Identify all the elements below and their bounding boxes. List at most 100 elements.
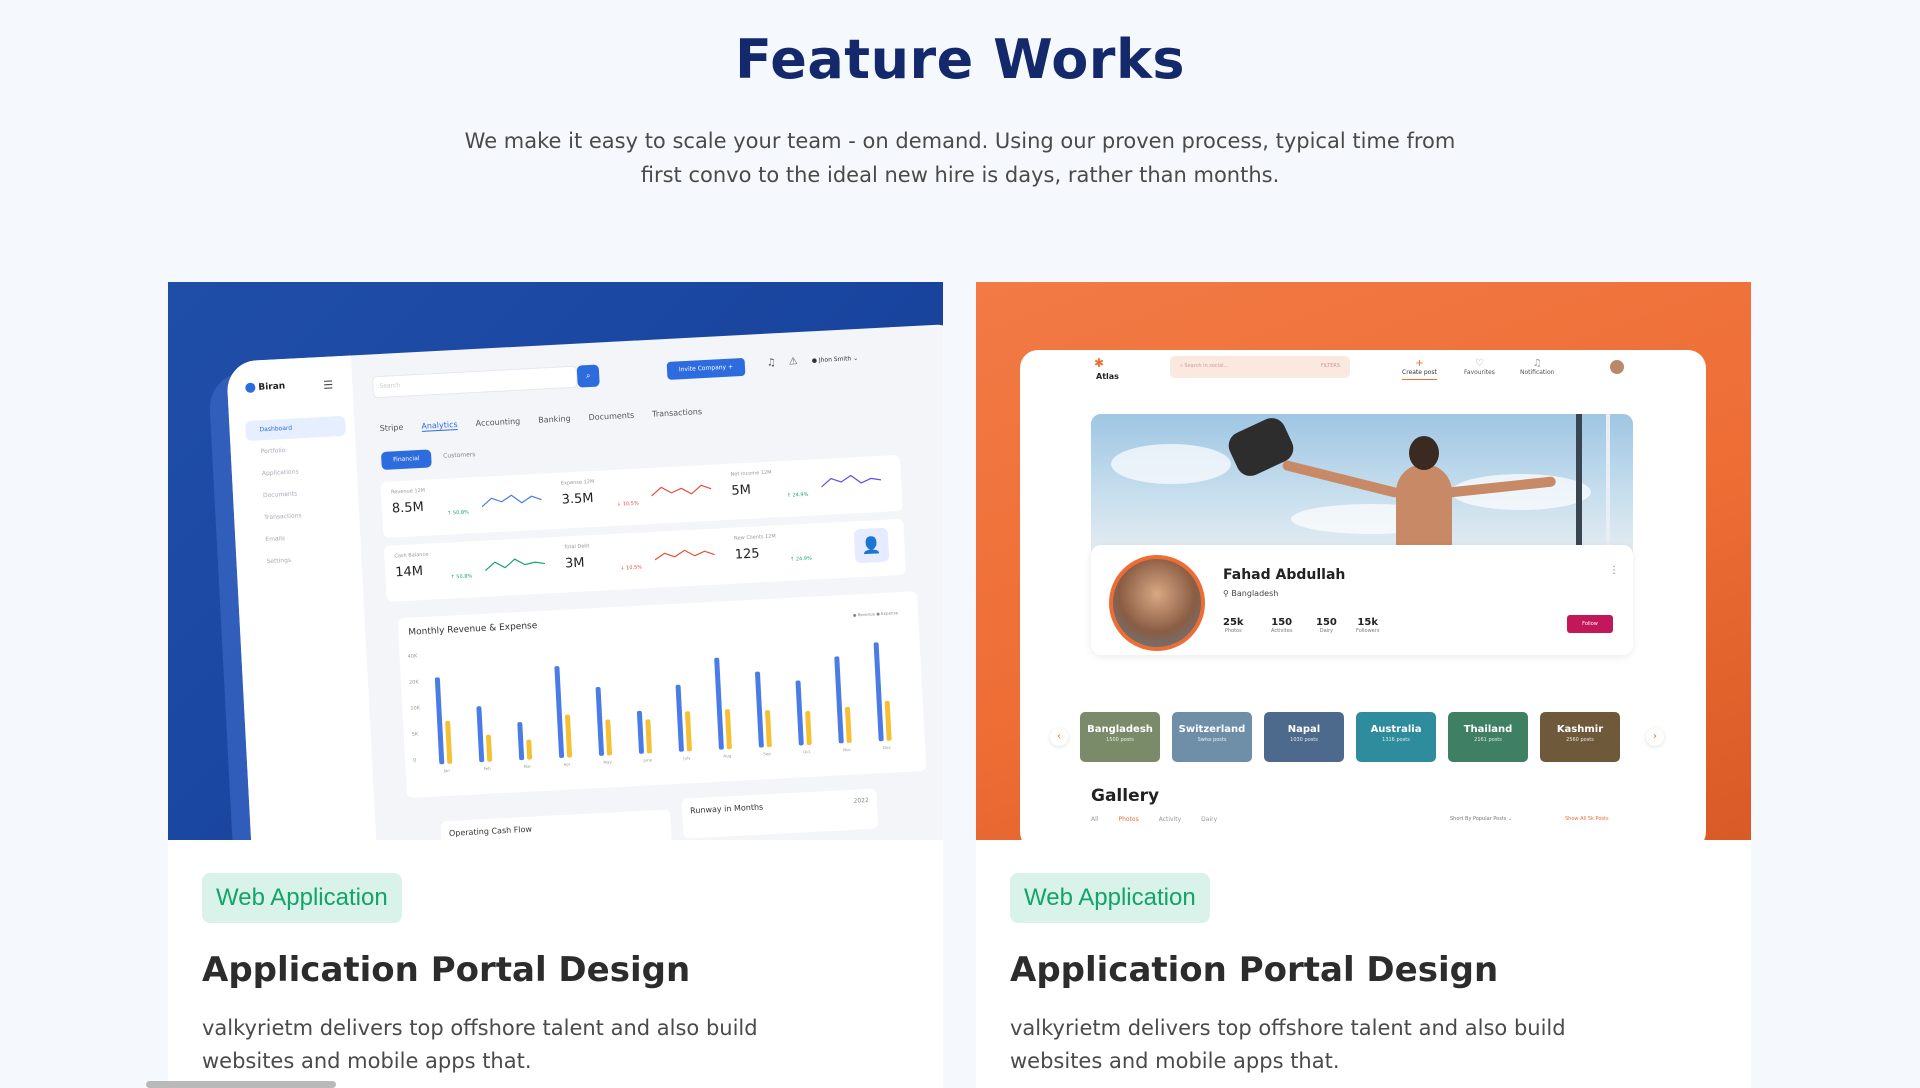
x-tick: Sep (763, 751, 771, 757)
category-tag: Web Application (202, 873, 402, 923)
card-title[interactable]: Application Portal Design (1010, 950, 1498, 990)
tab-activity: Activity (1158, 816, 1182, 823)
expense-bar (485, 734, 493, 762)
revenue-bar (873, 642, 884, 742)
pin-icon: ⚲ (1223, 589, 1229, 598)
bell-icon: ♫ (1532, 358, 1542, 369)
revenue-bar (675, 684, 685, 752)
place-name: Australia (1370, 724, 1422, 735)
customers-pill: Customers (443, 451, 476, 460)
place-posts: 2161 posts (1474, 737, 1502, 743)
expense-bar (605, 719, 613, 756)
horizontal-scrollbar[interactable] (146, 1081, 336, 1088)
sparkline (481, 494, 542, 508)
invite-company-button: Invite Company + (666, 357, 746, 380)
card-hero-image[interactable]: Biran ☰ Dashboard Portfolio Applications… (168, 282, 943, 840)
profile-stat: 15k Followers (1356, 617, 1380, 634)
places-carousel: ‹ › Bangladesh 1500 posts Switzerland Swiss… (1050, 712, 1670, 764)
portfolio-card[interactable]: ✱ Atlas ⌕ Search in social... FILTERS + Cr… (976, 282, 1751, 1088)
card-description: valkyrietm delivers top offshore talent … (1010, 1016, 1566, 1073)
mast (1576, 414, 1582, 564)
sparkline (654, 549, 715, 561)
sidebar-item-documents: Documents (262, 490, 298, 500)
sidebar-item-transactions: Transactions (264, 512, 302, 522)
cover-photo (1091, 414, 1633, 564)
nav-favourites: ♡ Favourites (1464, 358, 1495, 376)
search-icon: ⌕ (576, 364, 600, 388)
sidebar-item-settings: Settings (266, 556, 292, 566)
category-tag: Web Application (1010, 873, 1210, 923)
bell-icon: ♫ (766, 357, 777, 369)
sparkline (651, 484, 712, 497)
dashboard-search: Search (371, 365, 578, 399)
place-tile: Thailand 2161 posts (1448, 712, 1528, 762)
avatar (1610, 360, 1624, 374)
chart-legend: ● Revenue ● Expense (852, 610, 899, 618)
section-subtitle: We make it easy to scale your team - on … (464, 129, 1456, 187)
revenue-bar (795, 680, 804, 746)
tab-photos: Photos (1118, 816, 1139, 823)
revenue-bar (434, 676, 445, 765)
place-name: Thailand (1463, 724, 1513, 735)
x-tick: May (603, 759, 612, 765)
heart-icon: ♡ (1474, 358, 1484, 369)
place-posts: 1500 posts (1106, 737, 1134, 743)
expense-bar (526, 739, 533, 760)
x-tick: Dec (882, 744, 891, 751)
y-tick: 20K (408, 679, 419, 686)
sidebar-item-emails: Emails (265, 535, 286, 544)
atlas-brand: Atlas (1096, 372, 1119, 381)
x-tick: July (683, 755, 691, 761)
sidebar-item-applications: Applications (261, 468, 299, 478)
cash-flow-card: Operating Cash Flow (440, 809, 673, 840)
dashboard-logo: Biran (245, 381, 285, 394)
place-posts: 1316 posts (1382, 737, 1410, 743)
profile-stat: 25k Photos (1223, 617, 1244, 634)
sort-select: Short By Popular Posts ⌄ (1450, 816, 1513, 822)
profile-stat: 150 Dairy (1316, 617, 1337, 634)
x-tick: Mar (523, 763, 532, 769)
expense-bar (884, 700, 892, 741)
tab-transactions: Transactions (651, 407, 703, 419)
follow-button: Follow (1567, 615, 1613, 633)
profile-avatar (1109, 555, 1205, 651)
tab-documents: Documents (588, 410, 635, 423)
place-tile: Napal 1030 posts (1264, 712, 1344, 762)
y-tick: 10K (410, 705, 421, 712)
expense-bar (445, 721, 453, 764)
y-tick: 0 (412, 757, 417, 764)
expense-bar (844, 706, 852, 744)
place-name: Switzerland (1178, 724, 1246, 735)
x-tick: Oct (803, 748, 811, 755)
runway-card: Runway in Months 2022 (681, 788, 879, 839)
tab-accounting: Accounting (475, 416, 521, 429)
tab-stripe: Stripe (379, 422, 404, 434)
card-title[interactable]: Application Portal Design (202, 950, 690, 990)
social-search: ⌕ Search in social... FILTERS (1170, 356, 1350, 378)
revenue-bar (636, 711, 645, 754)
portfolio-card[interactable]: Biran ☰ Dashboard Portfolio Applications… (168, 282, 943, 1088)
tab-banking: Banking (537, 414, 571, 425)
stat-expense: Expense 12M 3.5M ↓ 10.5% (561, 472, 732, 508)
expense-bar (564, 714, 573, 758)
place-tile: Australia 1316 posts (1356, 712, 1436, 762)
x-tick: Jan (443, 767, 450, 774)
profile-name: Fahad Abdullah (1223, 567, 1346, 583)
profile-stat: 150 Activites (1271, 617, 1293, 634)
x-tick: Nov (843, 746, 852, 753)
place-posts: Swiss posts (1197, 737, 1227, 743)
card-hero-image[interactable]: ✱ Atlas ⌕ Search in social... FILTERS + Cr… (976, 282, 1751, 840)
sparkline (484, 558, 546, 572)
profile-card: Fahad Abdullah ⚲ Bangladesh 25k Photos 15… (1091, 545, 1633, 655)
revenue-bar (595, 686, 605, 757)
card-description: valkyrietm delivers top offshore talent … (202, 1016, 758, 1073)
chevron-right-icon: › (1646, 728, 1664, 746)
social-mockup: ✱ Atlas ⌕ Search in social... FILTERS + Cr… (1020, 350, 1706, 840)
section-title: Feature Works (735, 28, 1185, 91)
revenue-bar (754, 671, 764, 748)
stat-total-debt: Total Debt 3M ↓ 10.5% (564, 536, 735, 572)
chevron-left-icon: ‹ (1050, 728, 1068, 746)
expense-bar (684, 710, 693, 752)
x-tick: Aug (723, 753, 732, 759)
sidebar-item-portfolio: Portfolio (260, 447, 286, 456)
